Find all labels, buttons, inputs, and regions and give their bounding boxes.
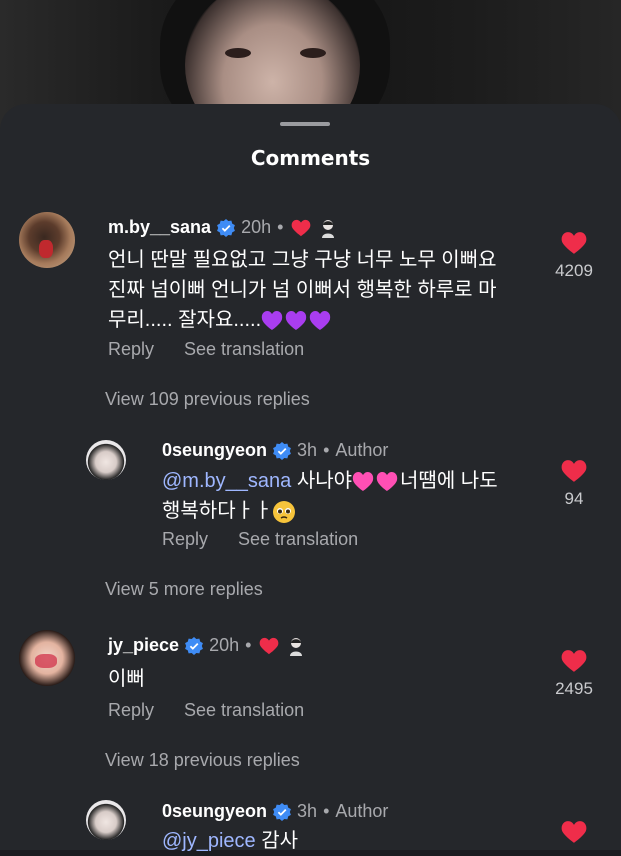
verified-badge-icon [217, 218, 235, 237]
pink-hearts-icon [352, 471, 398, 491]
mention-link[interactable]: @m.by__sana [162, 470, 291, 492]
author-label: Author [335, 440, 389, 460]
username[interactable]: jy_piece [108, 635, 179, 656]
like-column [549, 820, 599, 844]
comment-text-line: 진짜 넘이뻐 언니가 넘 이뻐서 행복한 하루로 마 [108, 279, 497, 301]
username[interactable]: m.by__sana [108, 217, 211, 238]
creator-liked-heart-icon [260, 637, 279, 654]
comment-text-line: 행복하다ㅏㅏ [162, 496, 542, 526]
comment-text-span: 감사 [255, 830, 299, 852]
comment-time: 3h [297, 801, 318, 821]
separator-dot: • [245, 635, 252, 655]
view-replies-link[interactable]: View 5 more replies [105, 579, 263, 600]
avatar[interactable] [19, 212, 75, 268]
reply-button[interactable]: Reply [108, 339, 154, 360]
username[interactable]: 0seungyeon [162, 440, 267, 461]
separator-dot: • [323, 440, 330, 460]
comment-header: m.by__sana 20h • [108, 217, 337, 238]
video-eye-right [300, 48, 326, 58]
comment-text-span: 행복하다ㅏㅏ [162, 500, 273, 522]
separator-dot: • [323, 801, 330, 821]
username[interactable]: 0seungyeon [162, 801, 267, 822]
comment-time: 20h [241, 217, 272, 237]
verified-badge-icon [273, 441, 291, 460]
comment-text: @jy_piece 감사 [162, 826, 542, 856]
comment-text-line: 언니 딴말 필요없고 그냥 구냥 너무 노무 이뻐요 [108, 249, 497, 271]
creator-avatar-icon [322, 219, 335, 238]
sheet-grabber[interactable] [280, 122, 330, 126]
verified-badge-icon [185, 636, 203, 655]
comment-actions: Reply See translation [108, 339, 304, 360]
comment-time: 20h [209, 635, 240, 655]
comment-header: jy_piece 20h • [108, 635, 305, 656]
sheet-title: Comments [250, 146, 371, 170]
view-replies-link[interactable]: View 18 previous replies [105, 750, 300, 771]
comment-text-span: 무리..... 잘자요..... [108, 309, 262, 331]
avatar[interactable] [19, 630, 75, 686]
comment-header: 0seungyeon 3h • Author [162, 801, 388, 822]
video-eye-left [225, 48, 251, 58]
like-heart-icon[interactable] [561, 649, 587, 673]
creator-avatar-icon [290, 637, 303, 656]
comment-actions: Reply See translation [108, 700, 304, 721]
comment-text: 언니 딴말 필요없고 그냥 구냥 너무 노무 이뻐요 진짜 넘이뻐 언니가 넘 … [108, 245, 528, 335]
reply-button[interactable]: Reply [108, 700, 154, 721]
comment-text-line: @m.by__sana 사나야 너땜에 나도 [162, 466, 542, 496]
verified-badge-icon [273, 802, 291, 821]
like-heart-icon[interactable] [561, 820, 587, 844]
like-heart-icon[interactable] [561, 231, 587, 255]
see-translation-button[interactable]: See translation [184, 339, 304, 360]
comment-text: @m.by__sana 사나야 너땜에 나도 행복하다ㅏㅏ [162, 466, 542, 526]
avatar[interactable] [86, 800, 126, 840]
like-column: 94 [549, 459, 599, 509]
reply-button[interactable]: Reply [162, 529, 208, 550]
view-replies-link[interactable]: View 109 previous replies [105, 389, 310, 410]
comment-time: 3h [297, 440, 318, 460]
like-column: 4209 [549, 231, 599, 281]
like-count: 2495 [555, 679, 593, 698]
comment-text-span: 너땜에 나도 [400, 470, 498, 492]
purple-hearts-icon [261, 310, 331, 330]
like-heart-icon[interactable] [561, 459, 587, 483]
author-label: Author [335, 801, 389, 821]
comment-actions: Reply See translation [162, 529, 358, 550]
see-translation-button[interactable]: See translation [184, 700, 304, 721]
comment-text: 이뻐 [108, 668, 145, 690]
like-count: 4209 [555, 261, 593, 280]
like-count: 94 [564, 489, 584, 508]
creator-liked-heart-icon [292, 219, 311, 236]
avatar[interactable] [86, 440, 126, 480]
separator-dot: • [277, 217, 284, 237]
like-column: 2495 [549, 649, 599, 699]
pleading-face-emoji-icon [273, 500, 296, 523]
comment-text-line: 무리..... 잘자요..... [108, 305, 528, 335]
comment-text-span: 사나야 [291, 470, 353, 492]
see-translation-button[interactable]: See translation [238, 529, 358, 550]
comment-header: 0seungyeon 3h • Author [162, 440, 388, 461]
mention-link[interactable]: @jy_piece [162, 830, 256, 852]
